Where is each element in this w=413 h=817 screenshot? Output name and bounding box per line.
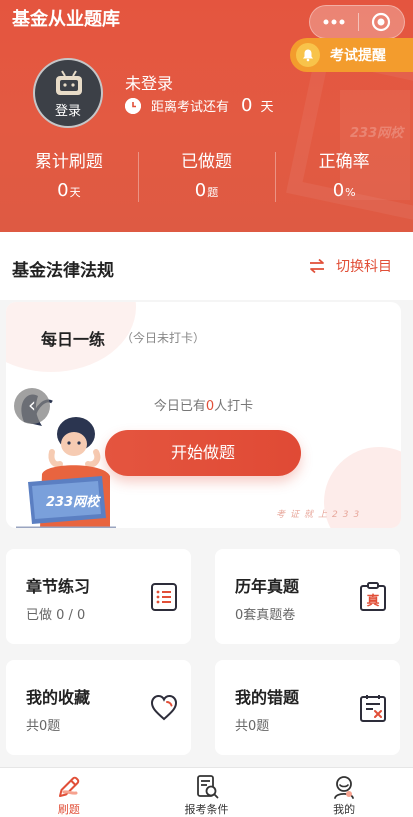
avatar-face-icon — [56, 70, 82, 95]
person-icon — [334, 776, 355, 799]
user-name: 未登录 — [125, 74, 174, 93]
bell-icon — [296, 43, 320, 67]
brand-watermark: 233网校 — [350, 126, 404, 141]
countdown-value: 0 — [241, 95, 253, 116]
wrong-questions-card[interactable]: 我的错题 共0题 — [215, 660, 400, 755]
swap-icon — [310, 258, 324, 274]
heart-icon — [150, 694, 178, 721]
app-title: 基金从业题库 — [12, 9, 120, 30]
stat-unit: 题 — [207, 186, 219, 199]
feature-title: 历年真题 — [235, 577, 300, 596]
stat-number: 0 — [194, 180, 207, 201]
stat-number: 0 — [332, 180, 345, 201]
feature-subtitle: 共0题 — [26, 719, 61, 734]
daily-checkin-status: （今日未打卡） — [121, 331, 206, 345]
clipboard-icon-label: 真 — [366, 593, 379, 609]
reminder-label: 考试提醒 — [330, 48, 386, 64]
switch-subject-label: 切换科目 — [336, 259, 392, 275]
feature-title: 章节练习 — [26, 577, 91, 596]
stat-value: 0% — [275, 180, 413, 204]
feature-subtitle: 0套真题卷 — [235, 608, 296, 623]
laptop-logo: 233网校 — [46, 494, 101, 510]
tab-practice[interactable]: 刷题 — [0, 768, 138, 817]
feature-title: 我的错题 — [235, 688, 300, 707]
slogan: 考证就上233 — [276, 510, 365, 520]
tab-label: 报考条件 — [184, 803, 229, 816]
exam-countdown: 距离考试还有 0 天 — [125, 95, 273, 116]
feature-title: 我的收藏 — [26, 688, 91, 707]
login-label[interactable]: 登录 — [35, 100, 101, 119]
feature-subtitle: 共0题 — [235, 719, 270, 734]
countdown-label: 距离考试还有 — [151, 100, 230, 115]
stats-row: 累计刷题 0天 已做题 0题 正确率 0% — [0, 150, 413, 210]
subject-title: 基金法律法规 — [12, 261, 114, 281]
bottom-tab-bar: 刷题 报考条件 我的 — [0, 767, 413, 817]
checkin-suffix: 人打卡 — [214, 399, 254, 414]
document-search-icon — [196, 775, 218, 799]
checkin-count: 0 — [205, 399, 215, 414]
tab-exam-requirements[interactable]: 报考条件 — [138, 768, 276, 817]
stat-label: 已做题 — [181, 152, 232, 172]
switch-subject-button[interactable]: 切换科目 — [308, 256, 392, 276]
clipboard-icon: 真 — [360, 582, 386, 611]
prev-arrow-icon[interactable]: ‹ — [14, 388, 50, 424]
stat-label: 累计刷题 — [34, 152, 103, 172]
avatar[interactable]: 登录 — [33, 58, 103, 128]
stat-number: 0 — [57, 180, 69, 201]
stat-done-questions: 已做题 0题 — [137, 150, 276, 210]
clock-icon — [125, 97, 141, 114]
checkin-prefix: 今日已有 — [153, 399, 206, 414]
header: 233网校 基金从业题库 考试提醒 登录 未登录 距离考试还有 0 天 累计刷题… — [0, 0, 413, 232]
stat-value: 0天 — [0, 180, 138, 204]
past-exams-card[interactable]: 历年真题 0套真题卷 真 — [215, 549, 400, 644]
stat-unit: % — [345, 186, 356, 199]
wrong-note-icon — [360, 695, 386, 722]
exam-reminder-button[interactable]: 考试提醒 — [290, 38, 413, 72]
pencil-icon — [58, 776, 80, 797]
countdown-unit: 天 — [260, 100, 274, 115]
chapter-practice-card[interactable]: 章节练习 已做 0 / 0 — [6, 549, 191, 644]
list-icon — [151, 583, 177, 611]
feature-subtitle: 已做 0 / 0 — [26, 608, 86, 623]
favorites-card[interactable]: 我的收藏 共0题 — [6, 660, 191, 755]
target-icon[interactable] — [358, 5, 404, 39]
stat-practice-days: 累计刷题 0天 — [0, 150, 138, 210]
stat-accuracy: 正确率 0% — [275, 150, 413, 210]
stat-label: 正确率 — [318, 152, 370, 172]
tab-label: 刷题 — [57, 803, 80, 816]
start-practice-button[interactable]: 开始做题 — [105, 430, 301, 476]
tab-mine[interactable]: 我的 — [275, 768, 413, 817]
daily-practice-card: 每日一练 （今日未打卡） 今日已有0人打卡 233网校 开始做题 考证就上233 — [6, 302, 401, 528]
tab-label: 我的 — [333, 803, 356, 816]
mini-program-capsule — [309, 5, 405, 39]
subject-bar: 基金法律法规 切换科目 — [0, 232, 413, 300]
daily-practice-title: 每日一练 — [41, 330, 106, 349]
stat-unit: 天 — [69, 186, 81, 199]
stat-value: 0题 — [138, 180, 276, 204]
more-dots-icon[interactable] — [310, 5, 358, 39]
